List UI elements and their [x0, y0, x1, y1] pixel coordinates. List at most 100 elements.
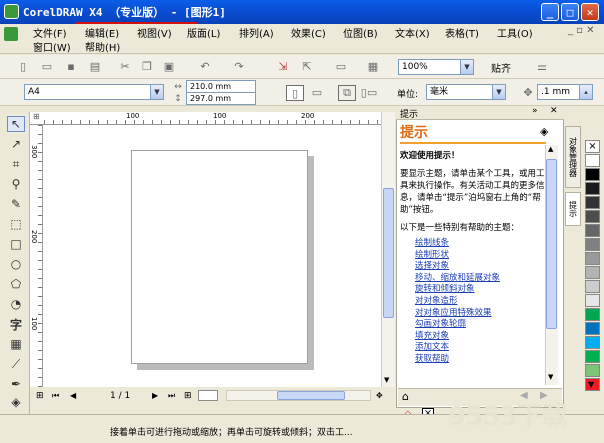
launcher-icon[interactable]: ▭ [334, 60, 348, 73]
doc-window-controls[interactable]: _ ▫ ✕ [568, 25, 595, 36]
color-swatch[interactable] [585, 224, 600, 237]
polygon-tool-icon[interactable]: ⬠ [7, 276, 25, 292]
export-icon[interactable]: ⇱ [300, 60, 314, 73]
text-tool-icon[interactable]: 字 [7, 316, 25, 332]
color-swatch[interactable] [585, 210, 600, 223]
menu-effects[interactable]: 效果(C) [291, 25, 326, 40]
redo-icon[interactable]: ↷ [232, 60, 246, 73]
units-select[interactable]: 毫米 ▼ [426, 84, 506, 100]
first-page-icon[interactable]: ⏮ [52, 391, 59, 401]
import-icon[interactable]: ⇲ [276, 60, 290, 73]
home-icon[interactable]: ⌂ [402, 390, 409, 403]
color-swatch[interactable] [585, 266, 600, 279]
page-height-field[interactable]: 297.0 mm [186, 92, 256, 105]
hint-link[interactable]: 旋转和倾斜对象 [415, 284, 546, 296]
menu-layout[interactable]: 版面(L) [187, 25, 220, 40]
palette-scroll-icon[interactable]: ▼ [588, 380, 594, 389]
paper-size-select[interactable]: A4 ▼ [24, 84, 164, 100]
rectangle-tool-icon[interactable]: □ [7, 236, 25, 252]
color-swatch[interactable] [585, 168, 600, 181]
zoom-select[interactable]: 100% ▼ [398, 59, 474, 75]
no-color-swatch[interactable]: ⨯ [585, 140, 600, 153]
freehand-tool-icon[interactable]: ✎ [7, 196, 25, 212]
page-tab[interactable] [198, 390, 218, 401]
docker-scrollbar[interactable]: ▲ ▼ [545, 145, 558, 385]
ellipse-tool-icon[interactable]: ○ [7, 256, 25, 272]
scroll-down-icon[interactable]: ▼ [548, 373, 553, 381]
color-swatch[interactable] [585, 350, 600, 363]
vertical-scrollbar[interactable]: ▼ [381, 112, 395, 388]
nudge-field[interactable]: .1 mm ▴ [537, 84, 593, 100]
color-swatch[interactable] [585, 308, 600, 321]
docker-close-icon[interactable]: ✕ [550, 106, 558, 116]
paste-icon[interactable]: ▣ [162, 60, 176, 73]
tab-object-manager[interactable]: 对象管理器 [565, 126, 581, 188]
color-swatch[interactable] [585, 322, 600, 335]
menu-window[interactable]: 窗口(W) [33, 39, 71, 54]
drawing-page[interactable] [131, 150, 308, 364]
tab-hints[interactable]: 提示 [565, 192, 581, 226]
maximize-button[interactable]: □ [561, 3, 579, 21]
color-swatch[interactable] [585, 336, 600, 349]
current-page-icon[interactable]: ▯▭ [361, 86, 377, 99]
zoom-tool-icon[interactable]: ⚲ [7, 176, 25, 192]
snap-to-dropdown[interactable]: 贴齐 [491, 60, 511, 75]
menu-arrange[interactable]: 排列(A) [239, 25, 274, 40]
minimize-button[interactable]: _ [541, 3, 559, 21]
save-icon[interactable]: ▪ [64, 60, 78, 73]
shape-tool-icon[interactable]: ↗ [7, 136, 25, 152]
new-icon[interactable]: ▯ [16, 60, 30, 73]
scroll-down-icon[interactable]: ▼ [384, 376, 389, 384]
welcome-icon[interactable]: ▦ [366, 60, 380, 73]
all-pages-icon[interactable]: ⧉ [338, 85, 356, 101]
print-icon[interactable]: ▤ [88, 60, 102, 73]
landscape-button[interactable]: ▭ [310, 86, 324, 99]
color-swatch[interactable] [585, 182, 600, 195]
hint-link[interactable]: 选择对象 [415, 261, 546, 273]
color-swatch[interactable] [585, 294, 600, 307]
horizontal-scrollbar[interactable] [226, 390, 371, 401]
navigator-icon[interactable]: ✥ [376, 391, 383, 400]
hint-link[interactable]: 添加文本 [415, 342, 546, 354]
ruler-corner-icon[interactable]: ⊞ [33, 112, 40, 121]
hints-help-icon[interactable]: ◈ [540, 125, 548, 138]
hint-link[interactable]: 对对象应用特殊效果 [415, 308, 546, 320]
hint-link[interactable]: 移动、缩放和延展对象 [415, 273, 546, 285]
open-icon[interactable]: ▭ [40, 60, 54, 73]
last-page-icon[interactable]: ⏭ [168, 391, 175, 401]
hint-link[interactable]: 对对象造形 [415, 296, 546, 308]
color-swatch[interactable] [585, 196, 600, 209]
scroll-up-icon[interactable]: ▲ [548, 145, 553, 153]
menu-table[interactable]: 表格(T) [445, 25, 479, 40]
menu-file[interactable]: 文件(F) [33, 25, 67, 40]
scroll-thumb[interactable] [383, 188, 394, 318]
basic-shapes-icon[interactable]: ◔ [7, 296, 25, 312]
menu-help[interactable]: 帮助(H) [85, 39, 120, 54]
menu-bitmaps[interactable]: 位图(B) [343, 25, 378, 40]
scroll-thumb[interactable] [546, 159, 557, 329]
add-page-icon[interactable]: ⊞ [36, 391, 44, 401]
crop-tool-icon[interactable]: ⌗ [7, 156, 25, 172]
hint-link[interactable]: 绘制形状 [415, 250, 546, 262]
add-page-after-icon[interactable]: ⊞ [184, 391, 192, 401]
color-swatch[interactable] [585, 238, 600, 251]
pick-tool-icon[interactable]: ↖ [7, 116, 25, 132]
dimension-tool-icon[interactable]: ⟋ [7, 356, 25, 372]
color-swatch[interactable] [585, 252, 600, 265]
portrait-button[interactable]: ▯ [286, 85, 304, 101]
scroll-thumb[interactable] [277, 391, 345, 400]
prev-page-icon[interactable]: ◀ [70, 391, 76, 400]
table-tool-icon[interactable]: ▦ [7, 336, 25, 352]
docker-expand-icon[interactable]: » [532, 106, 538, 116]
menu-edit[interactable]: 编辑(E) [85, 25, 119, 40]
hint-link[interactable]: 绘制线条 [415, 238, 546, 250]
eyedropper-icon[interactable]: ✒ [7, 376, 25, 392]
undo-icon[interactable]: ↶ [198, 60, 212, 73]
options-icon[interactable]: ⚌ [535, 60, 549, 73]
menu-view[interactable]: 视图(V) [137, 25, 172, 40]
close-button[interactable]: ✕ [581, 3, 599, 21]
hint-link[interactable]: 勾画对象轮廓 [415, 319, 546, 331]
outline-tool-icon[interactable]: ◈ [7, 394, 25, 410]
next-page-icon[interactable]: ▶ [152, 391, 158, 400]
cut-icon[interactable]: ✂ [118, 60, 132, 73]
